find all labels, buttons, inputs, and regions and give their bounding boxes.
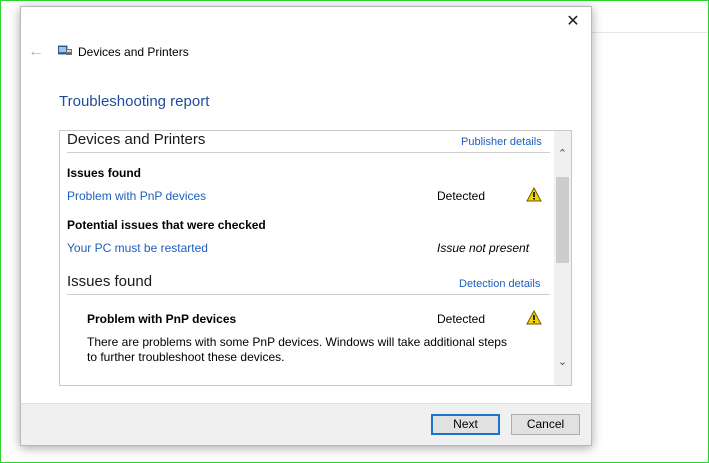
close-button[interactable]: ✕ [561,11,585,33]
issue-status: Detected [437,189,486,203]
detail-issue-status: Detected [437,312,486,326]
close-icon: ✕ [566,13,580,30]
summary-section-heading: Devices and Printers [67,131,206,148]
next-button[interactable]: Next [431,414,500,435]
issue-link-pnp[interactable]: Problem with PnP devices [67,189,206,203]
section-divider [67,294,550,295]
report-scrollbar[interactable]: ⌃ ⌄ [554,131,571,385]
dialog-footer: Next Cancel [21,403,591,445]
page-title: Troubleshooting report [59,93,210,110]
scroll-up-icon[interactable]: ⌃ [554,145,571,163]
scroll-down-icon[interactable]: ⌄ [554,353,571,371]
troubleshooter-dialog: ✕ ← Devices and Printers Troubleshooting… [20,6,592,446]
detail-section-heading: Issues found [67,273,153,290]
back-button[interactable]: ← [27,43,45,61]
report-panel: Devices and Printers Publisher details I… [59,130,572,386]
section-divider [67,152,550,153]
detail-issue-name: Problem with PnP devices [87,312,237,326]
background-divider [590,32,708,33]
issues-found-label: Issues found [67,166,142,180]
checked-status: Issue not present [437,241,530,255]
back-arrow-icon: ← [28,43,44,60]
detection-details-link[interactable]: Detection details [459,278,540,290]
checked-link-restart[interactable]: Your PC must be restarted [67,241,208,255]
warning-icon [526,310,542,325]
devices-printers-icon [58,45,72,55]
publisher-details-link[interactable]: Publisher details [461,136,542,148]
detail-issue-description: There are problems with some PnP devices… [87,335,507,364]
window-title: Devices and Printers [78,45,189,59]
checked-issues-label: Potential issues that were checked [67,218,266,232]
warning-icon [526,187,542,202]
cancel-button[interactable]: Cancel [511,414,580,435]
scroll-thumb[interactable] [556,177,569,263]
